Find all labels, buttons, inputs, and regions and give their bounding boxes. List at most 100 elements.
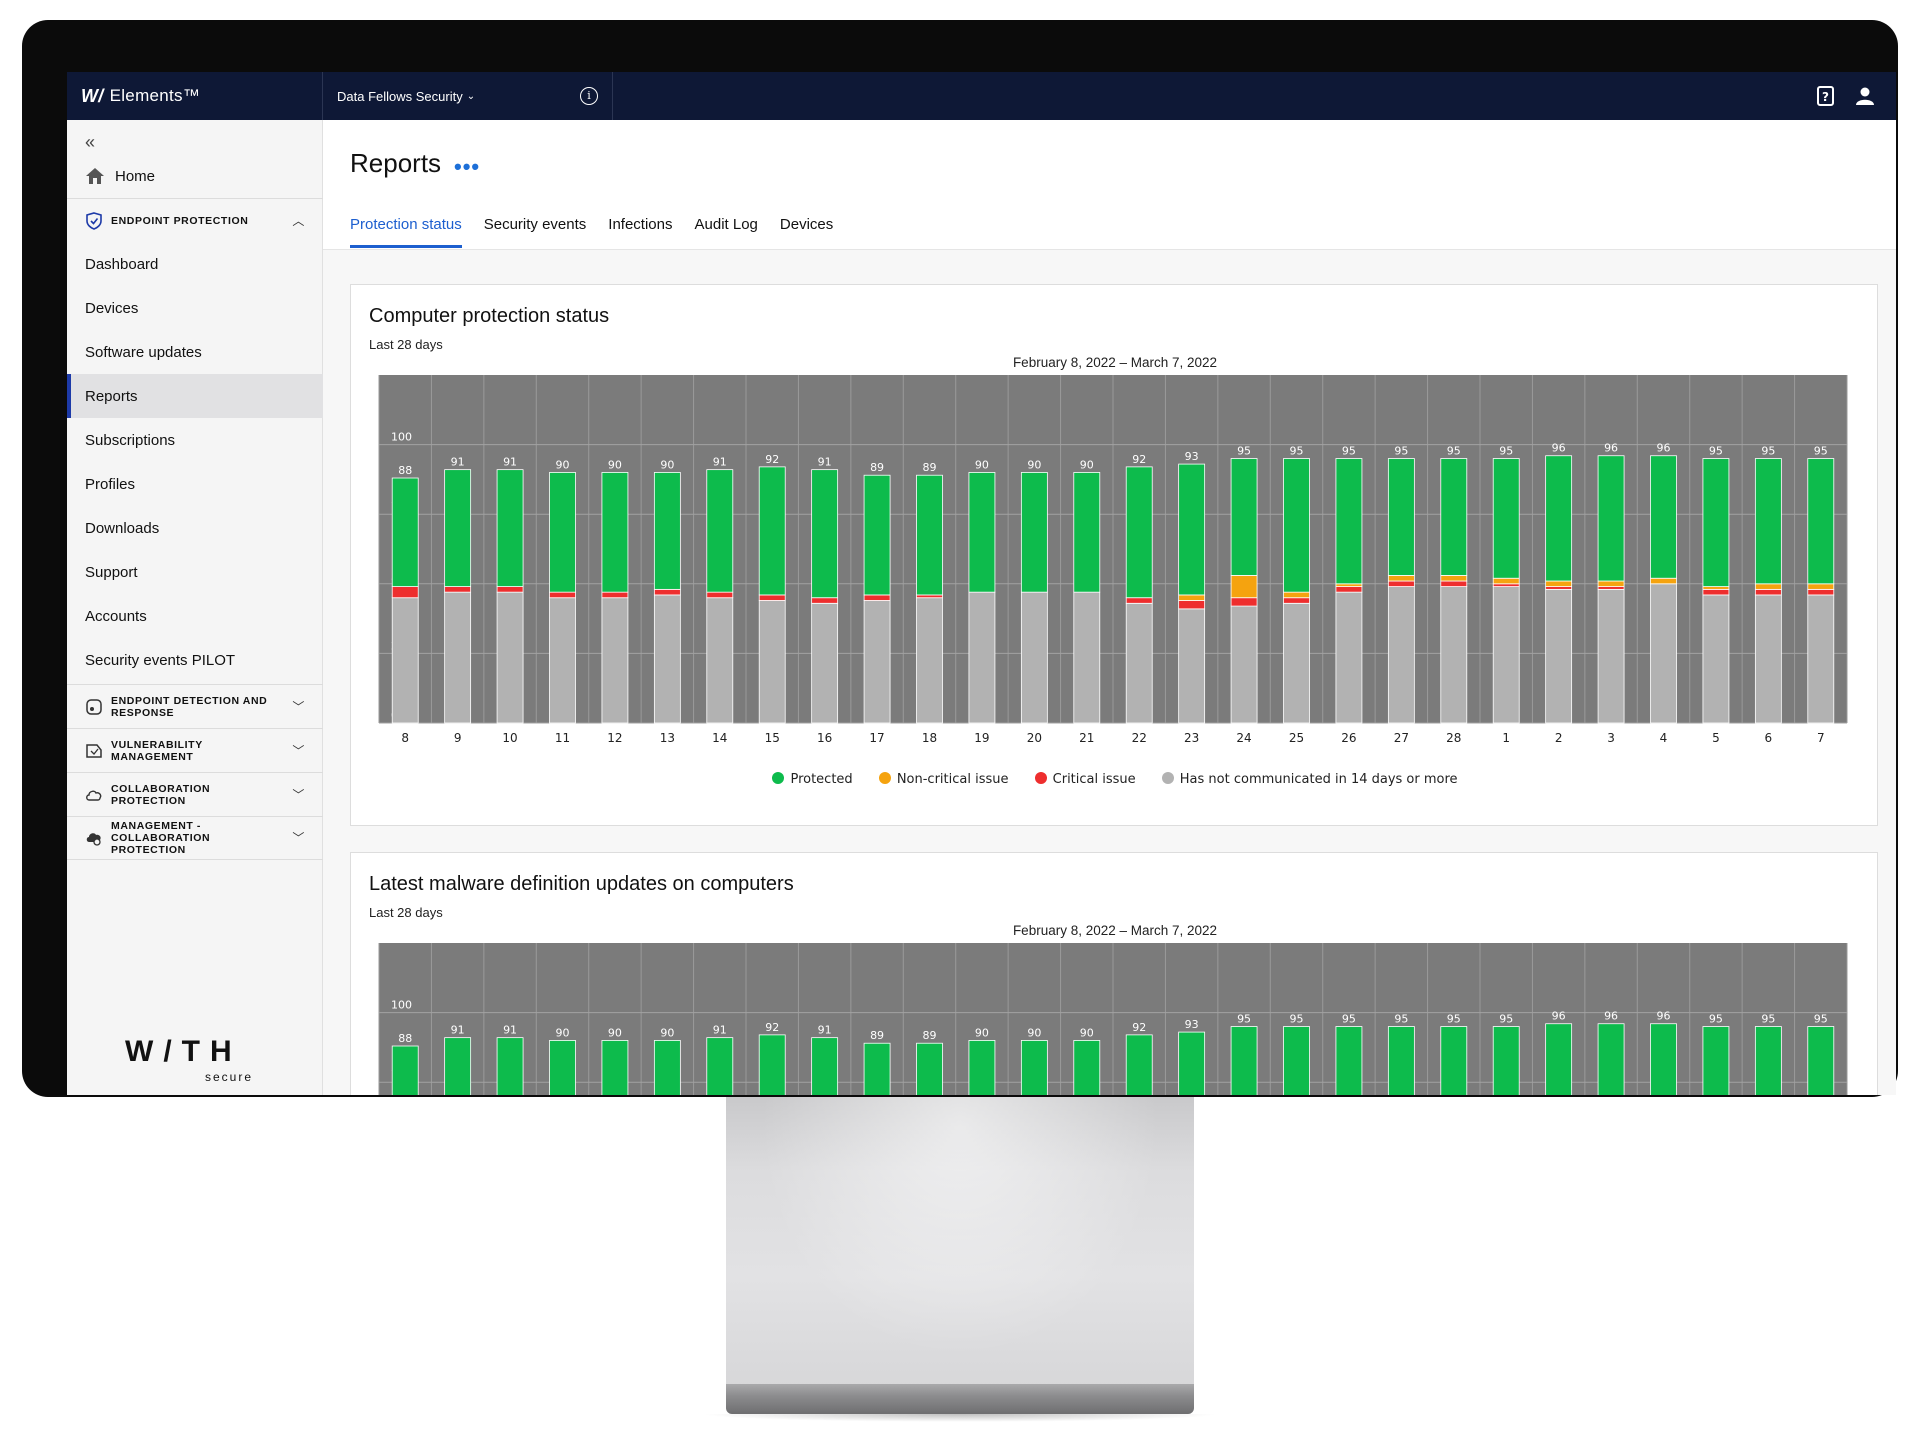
tab-security-events[interactable]: Security events: [484, 216, 587, 248]
sidebar-item-downloads[interactable]: Downloads: [67, 506, 323, 550]
data-label: 95: [1290, 445, 1304, 458]
data-label: 90: [1080, 458, 1094, 471]
data-label: 88: [398, 1032, 412, 1045]
legend-label: Protected: [790, 772, 853, 787]
bar-segment: [1230, 458, 1258, 576]
more-options-button[interactable]: •••: [454, 154, 480, 180]
x-tick-label: 23: [1184, 731, 1199, 745]
data-label: 89: [870, 1029, 884, 1042]
main-content: Reports ••• Protection status Security e…: [323, 120, 1896, 1095]
sidebar-section-endpoint-protection[interactable]: ENDPOINT PROTECTION ︿: [67, 198, 323, 242]
bar-segment: [916, 474, 943, 596]
sidebar-item-dashboard[interactable]: Dashboard: [67, 242, 323, 286]
sidebar-item-support[interactable]: Support: [67, 550, 323, 594]
legend-label: Has not communicated in 14 days or more: [1179, 772, 1458, 787]
bar-segment: [1702, 594, 1730, 724]
screen: W/ Elements™ Data Fellows Security ⌄ i ?…: [67, 72, 1896, 1095]
bar-segment: [1283, 597, 1310, 604]
x-tick-label: 15: [765, 731, 780, 745]
bar-segment: [863, 600, 891, 724]
sidebar-section-edr[interactable]: ENDPOINT DETECTION AND RESPONSE ﹀: [67, 684, 323, 728]
bar-segment: [1440, 458, 1468, 576]
x-tick-label: 10: [502, 731, 517, 745]
x-tick-label: 22: [1132, 731, 1147, 745]
sidebar-item-label: Security events PILOT: [85, 651, 236, 669]
data-label: 95: [1447, 445, 1461, 458]
section-label: ENDPOINT DETECTION AND RESPONSE: [111, 694, 268, 719]
collapse-sidebar-icon[interactable]: «: [85, 132, 95, 153]
monitor-stand-shadow: [700, 1414, 1220, 1422]
bar: [1335, 1026, 1363, 1095]
tab-audit-log[interactable]: Audit Log: [695, 216, 758, 248]
info-icon[interactable]: i: [580, 87, 598, 105]
withsecure-logo: W/TH: [125, 1035, 242, 1068]
data-label: 89: [870, 461, 884, 474]
cloud-gear-icon: [86, 833, 101, 846]
withsecure-mark: W/: [81, 85, 104, 106]
data-label: 90: [1027, 458, 1041, 471]
bar-segment: [1807, 594, 1835, 724]
brand-logo[interactable]: W/ Elements™: [67, 72, 323, 120]
sidebar-item-accounts[interactable]: Accounts: [67, 594, 323, 638]
bar-segment: [1492, 583, 1520, 587]
sidebar-item-devices[interactable]: Devices: [67, 286, 323, 330]
x-tick-label: 27: [1394, 731, 1409, 745]
data-label: 91: [818, 1024, 832, 1037]
sidebar-section-vulnerability[interactable]: VULNERABILITY MANAGEMENT ﹀: [67, 728, 323, 772]
bar: [1387, 1026, 1415, 1095]
bar-segment: [706, 469, 734, 593]
bar: [1125, 1034, 1153, 1095]
bar: [1440, 1026, 1468, 1095]
legend-not-communicated: Has not communicated in 14 days or more: [1161, 772, 1458, 787]
user-icon[interactable]: [1854, 85, 1876, 107]
sidebar-item-software-updates[interactable]: Software updates: [67, 330, 323, 374]
protection-status-card: Computer protection status Last 28 days …: [350, 284, 1878, 826]
data-label: 90: [556, 458, 570, 471]
data-label: 96: [1657, 442, 1671, 455]
bar-segment: [916, 597, 943, 724]
organization-selector[interactable]: Data Fellows Security ⌄ i: [323, 72, 613, 120]
sidebar-item-subscriptions[interactable]: Subscriptions: [67, 418, 323, 462]
protection-status-chart: 0255075100888919911090119012901391149215…: [378, 375, 1848, 745]
bar-segment: [444, 591, 472, 724]
sidebar-item-home[interactable]: Home: [67, 154, 323, 198]
sidebar-item-label: Reports: [85, 387, 138, 405]
sidebar-section-collaboration[interactable]: COLLABORATION PROTECTION ﹀: [67, 772, 323, 816]
bar-segment: [444, 469, 472, 587]
x-tick-label: 5: [1712, 731, 1720, 745]
bar-segment: [1754, 588, 1782, 596]
tab-infections[interactable]: Infections: [608, 216, 672, 248]
data-label: 95: [1237, 1013, 1251, 1026]
bar-segment: [1178, 463, 1206, 596]
data-label: 92: [1132, 1021, 1146, 1034]
tab-protection-status[interactable]: Protection status: [350, 216, 462, 248]
bar-segment: [601, 591, 629, 599]
data-label: 95: [1709, 445, 1723, 458]
tab-devices[interactable]: Devices: [780, 216, 833, 248]
chart-title: Computer protection status: [369, 305, 610, 327]
bar-segment: [1387, 580, 1415, 587]
sidebar-item-reports[interactable]: Reports: [67, 374, 323, 418]
bar-segment: [1335, 586, 1363, 593]
section-label: MANAGEMENT - COLLABORATION PROTECTION: [111, 820, 211, 856]
sidebar-item-label: Software updates: [85, 343, 202, 361]
sidebar-item-profiles[interactable]: Profiles: [67, 462, 323, 506]
bar-segment: [1702, 458, 1730, 587]
sidebar-item-security-events-pilot[interactable]: Security events PILOT: [67, 638, 323, 682]
bar-segment: [811, 597, 839, 604]
bar-segment: [1545, 586, 1573, 590]
bar-segment: [1545, 455, 1573, 582]
svg-text:?: ?: [1822, 90, 1829, 104]
bar: [1702, 1026, 1730, 1095]
bar-segment: [549, 472, 576, 593]
bar: [863, 1042, 891, 1095]
help-icon[interactable]: ?: [1815, 85, 1837, 107]
bar: [653, 1040, 681, 1095]
bar-segment: [1440, 586, 1468, 724]
sidebar-section-management-collaboration[interactable]: MANAGEMENT - COLLABORATION PROTECTION ﹀: [67, 816, 323, 860]
data-label: 90: [1027, 1026, 1041, 1039]
bar-segment: [1230, 597, 1258, 607]
legend-label: Critical issue: [1052, 772, 1136, 787]
data-label: 91: [818, 456, 832, 469]
bar-segment: [1020, 591, 1048, 724]
